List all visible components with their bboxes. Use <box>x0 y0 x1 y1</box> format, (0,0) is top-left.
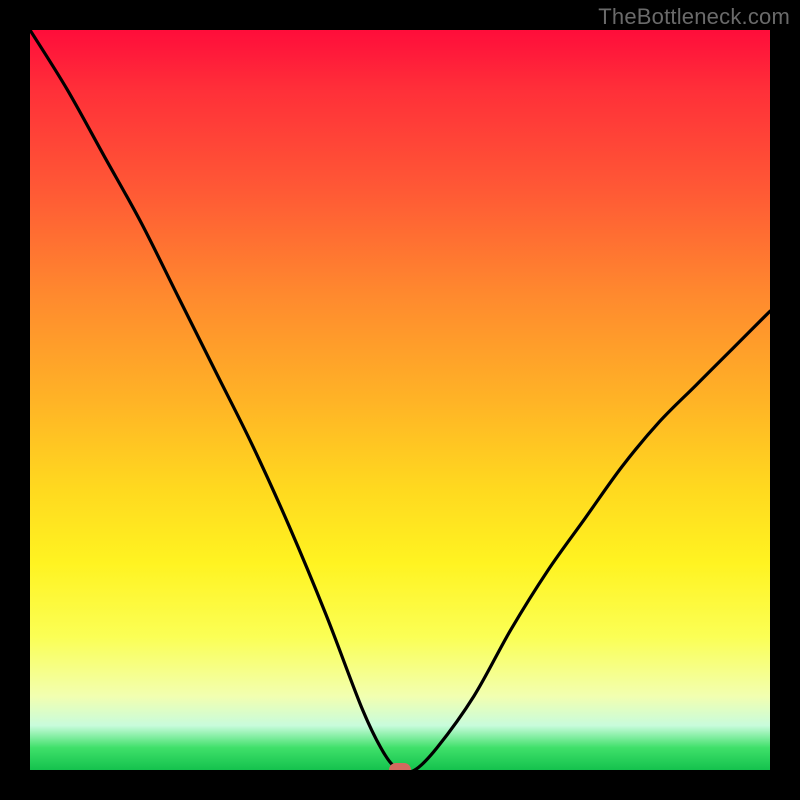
optimal-point-marker <box>389 763 411 770</box>
chart-frame: TheBottleneck.com <box>0 0 800 800</box>
watermark-text: TheBottleneck.com <box>598 4 790 30</box>
plot-area <box>30 30 770 770</box>
bottleneck-curve <box>30 30 770 770</box>
